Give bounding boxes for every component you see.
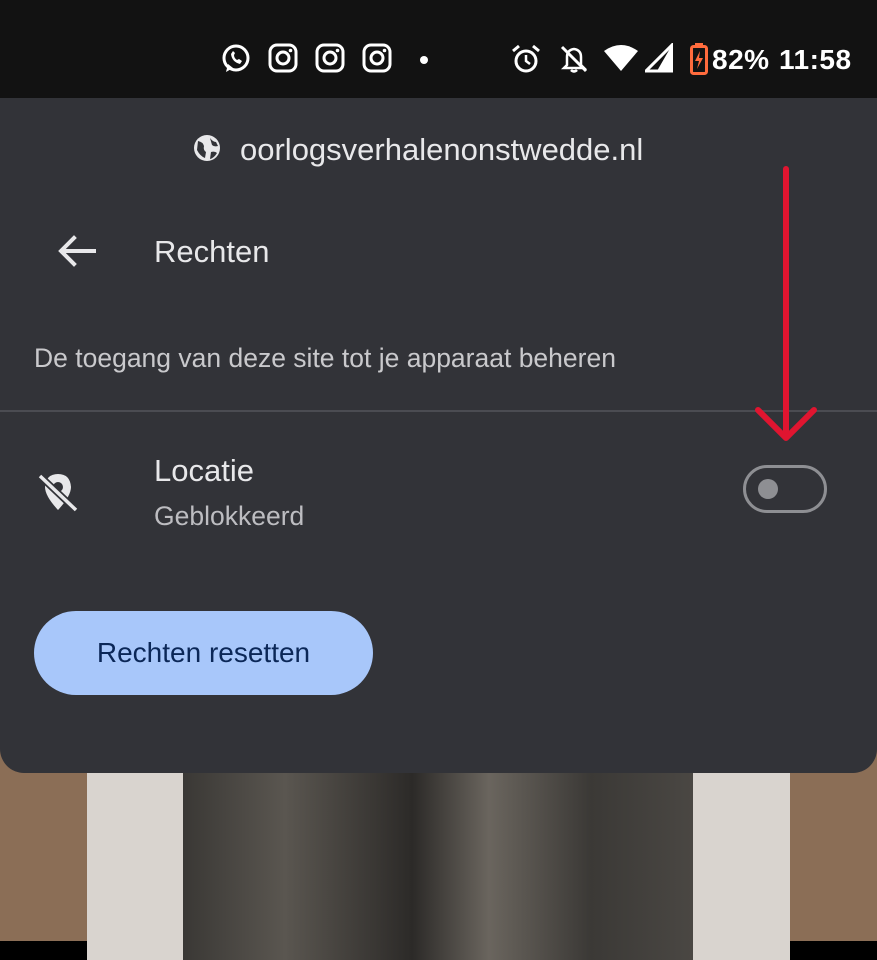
instagram-icon — [362, 43, 392, 73]
site-header: oorlogsverhalenonstwedde.nl — [0, 130, 877, 170]
red-arrow-annotation — [755, 166, 817, 441]
whatsapp-icon — [222, 44, 250, 72]
battery-percentage: 82% — [712, 44, 770, 75]
historic-photo — [183, 760, 693, 960]
permission-status: Geblokkeerd — [154, 501, 305, 531]
instagram-icon — [315, 43, 345, 73]
bell-off-icon — [560, 45, 588, 73]
divider — [0, 410, 877, 412]
wifi-icon — [604, 45, 638, 71]
battery-icon — [690, 43, 708, 75]
page-title: Rechten — [154, 234, 270, 269]
signal-icon — [645, 43, 673, 73]
location-off-icon — [37, 473, 79, 513]
back-arrow-icon[interactable] — [52, 226, 102, 276]
permission-label: Locatie — [154, 453, 254, 488]
status-bar: 82% 11:58 — [0, 0, 877, 100]
alarm-icon — [512, 44, 540, 73]
site-url: oorlogsverhalenonstwedde.nl — [240, 132, 644, 167]
site-permissions-sheet: oorlogsverhalenonstwedde.nl Rechten De t… — [0, 98, 877, 773]
clock: 11:58 — [779, 44, 852, 75]
location-toggle[interactable] — [743, 465, 827, 513]
instagram-icon — [268, 43, 298, 73]
globe-icon — [194, 135, 220, 161]
toggle-knob — [758, 479, 778, 499]
dot-icon — [420, 56, 428, 64]
reset-permissions-button[interactable]: Rechten resetten — [34, 611, 373, 695]
permissions-description: De toegang van deze site tot je apparaat… — [34, 343, 616, 373]
